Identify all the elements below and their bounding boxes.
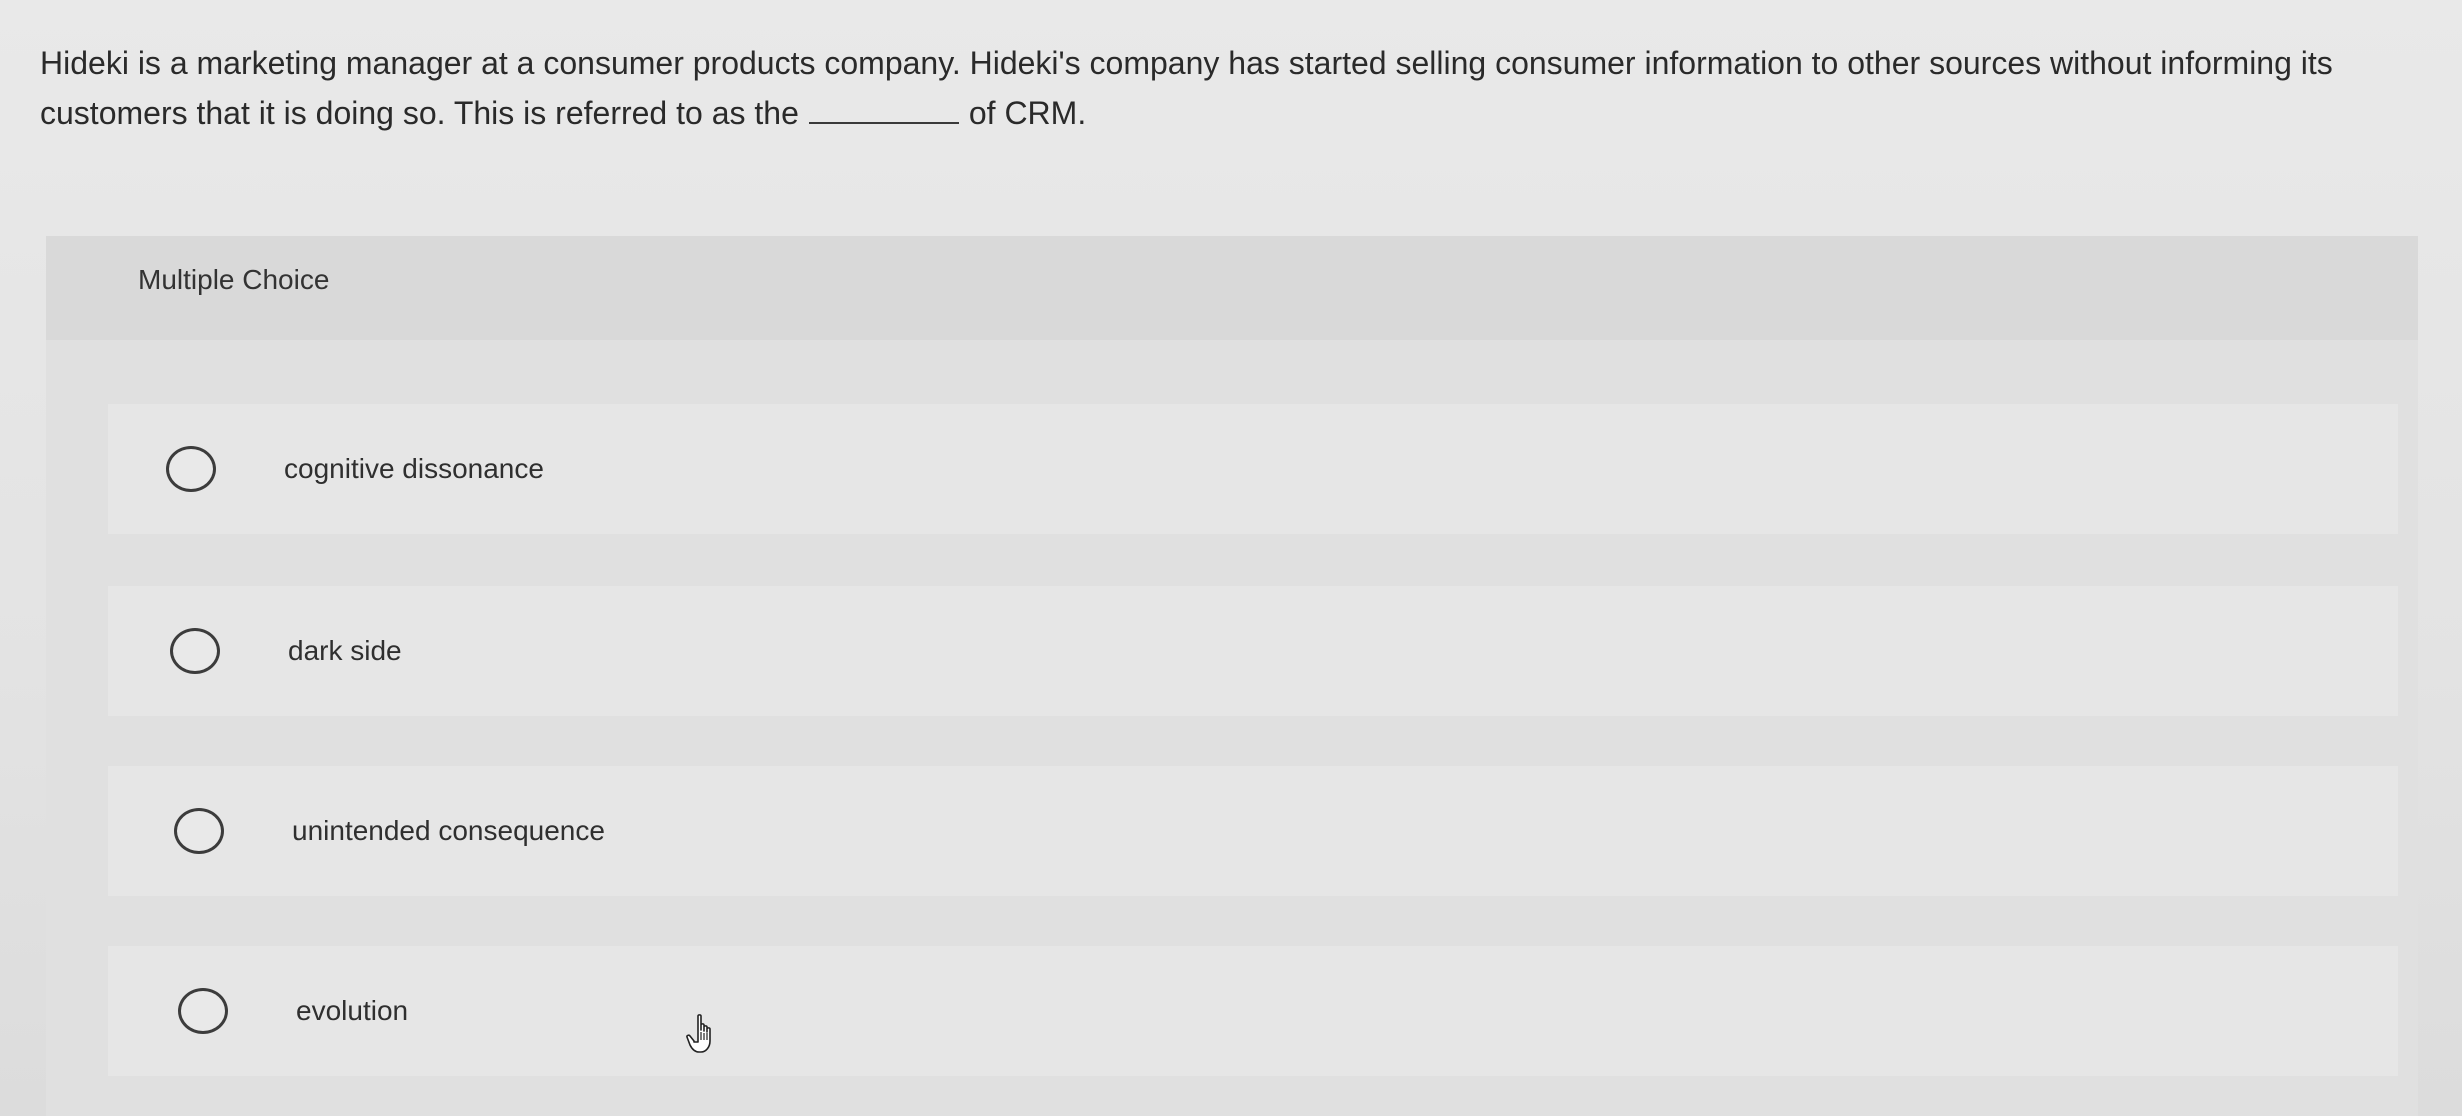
question-text-part1: Hideki is a marketing manager at a consu…: [40, 45, 2333, 131]
multiple-choice-panel: Multiple Choice cognitive dissonance dar…: [46, 236, 2418, 1116]
choice-option-2[interactable]: dark side: [108, 586, 2398, 716]
choice-option-3[interactable]: unintended consequence: [108, 766, 2398, 896]
radio-button-icon[interactable]: [166, 446, 216, 492]
panel-title: Multiple Choice: [138, 264, 330, 295]
hand-pointer-icon: [686, 1014, 711, 1053]
choice-label: cognitive dissonance: [284, 453, 544, 484]
radio-button-icon[interactable]: [174, 808, 224, 854]
choice-label: unintended consequence: [292, 815, 605, 846]
answer-blank: [808, 121, 959, 124]
panel-header: Multiple Choice: [46, 236, 2418, 340]
choice-label: evolution: [296, 995, 409, 1026]
radio-button-icon[interactable]: [170, 628, 220, 674]
radio-button-icon[interactable]: [178, 988, 228, 1034]
choice-option-4[interactable]: evolution: [108, 946, 2398, 1076]
choice-option-1[interactable]: cognitive dissonance: [108, 404, 2398, 534]
choice-label: dark side: [288, 635, 402, 666]
question-text-part2: of CRM.: [968, 95, 1087, 131]
question-text: Hideki is a marketing manager at a consu…: [40, 38, 2430, 138]
